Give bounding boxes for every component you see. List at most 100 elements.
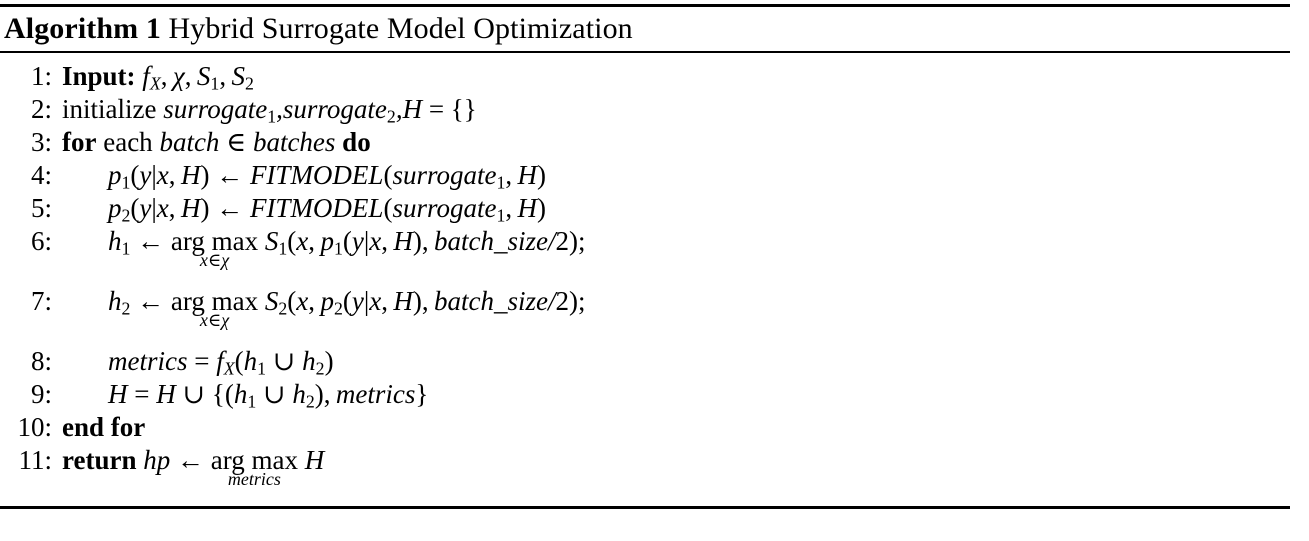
keyword-return: return bbox=[62, 445, 137, 475]
algorithm-label: Algorithm 1 bbox=[4, 12, 161, 45]
rparen-2: ) bbox=[537, 160, 547, 190]
algorithm-line: 6: h1 ← arg max x∈χ S1(x, p1(y|x, H), bat… bbox=[0, 225, 1290, 285]
line-number: 9: bbox=[30, 379, 52, 409]
symbol-metrics: metrics bbox=[108, 346, 188, 376]
subscript-1: 1 bbox=[121, 238, 131, 259]
symbol-p: p bbox=[108, 160, 122, 190]
limit-chi: χ bbox=[221, 310, 230, 330]
argmax-operator: arg max x∈χ bbox=[171, 285, 258, 329]
line-number: 1: bbox=[30, 61, 52, 91]
subscript-1: 1 bbox=[267, 106, 277, 127]
symbol-p: p bbox=[320, 226, 334, 256]
algorithm-line: 1: Input: fX, χ, S1, S2 bbox=[0, 60, 1290, 93]
line-content: p1(y|x, H) ← FITMODEL(surrogate1, H) bbox=[108, 159, 546, 192]
comma-3: , bbox=[421, 226, 429, 256]
comma-3: , bbox=[219, 61, 227, 91]
symbol-x: x bbox=[156, 160, 169, 190]
function-fitmodel: FITMODEL bbox=[249, 160, 384, 190]
symbol-H: H bbox=[393, 286, 413, 316]
algorithm-line: 2: initialize surrogate1,surrogate2,H = … bbox=[0, 93, 1290, 126]
bottom-rule bbox=[0, 506, 1290, 509]
rbrace: } bbox=[415, 379, 429, 409]
keyword-initialize: initialize bbox=[62, 94, 157, 124]
symbol-S: S bbox=[196, 61, 211, 91]
symbol-x: x bbox=[296, 226, 309, 256]
subscript-p2: 2 bbox=[333, 298, 343, 319]
symbol-p: p bbox=[108, 193, 122, 223]
line-content: Input: fX, χ, S1, S2 bbox=[62, 60, 254, 93]
comma-2: , bbox=[395, 94, 403, 124]
symbol-H: H bbox=[402, 94, 423, 124]
algorithm-line: 8: metrics = fX(h1 ∪ h2) bbox=[0, 345, 1290, 378]
subscript-2: 2 bbox=[244, 73, 254, 94]
symbol-y: y bbox=[351, 286, 364, 316]
subscript-S1: 1 bbox=[278, 238, 288, 259]
semicolon: ; bbox=[578, 226, 586, 256]
symbol-batch: batch bbox=[159, 127, 220, 157]
symbol-h: h bbox=[108, 226, 122, 256]
symbol-y: y bbox=[351, 226, 364, 256]
line-number: 3: bbox=[30, 127, 52, 157]
operator-gets: ← bbox=[177, 445, 204, 475]
symbol-H: H bbox=[393, 226, 413, 256]
symbol-batches: batches bbox=[252, 127, 336, 157]
operator-gets: ← bbox=[216, 160, 244, 190]
empty-set: {} bbox=[450, 94, 477, 124]
limit-chi: χ bbox=[221, 250, 230, 270]
symbol-hp: hp bbox=[143, 445, 171, 475]
algorithm-line: 5: p2(y|x, H) ← FITMODEL(surrogate1, H) bbox=[0, 192, 1290, 225]
line-content: h1 ← arg max x∈χ S1(x, p1(y|x, H), batch_… bbox=[108, 225, 586, 269]
symbol-H2: H bbox=[517, 193, 538, 223]
line-content: for each batch ∈ batches do bbox=[62, 126, 371, 159]
rparen: ) bbox=[324, 346, 334, 376]
slash: / bbox=[548, 286, 556, 316]
lparen: ( bbox=[224, 379, 234, 409]
lparen: ( bbox=[287, 226, 297, 256]
rparen-3: ) bbox=[569, 286, 579, 316]
subscript-2: 2 bbox=[121, 298, 131, 319]
algorithm-block: Algorithm 1 Hybrid Surrogate Model Optim… bbox=[0, 4, 1290, 509]
symbol-H2: H bbox=[517, 160, 538, 190]
operator-union: ∪ bbox=[272, 346, 296, 376]
comma: , bbox=[323, 379, 331, 409]
symbol-surrogate-2: surrogate bbox=[282, 94, 387, 124]
subscript-1: 1 bbox=[257, 358, 267, 379]
symbol-chi: χ bbox=[172, 61, 185, 91]
comma: , bbox=[168, 160, 176, 190]
line-number: 7: bbox=[30, 286, 52, 316]
comma-2: , bbox=[505, 193, 513, 223]
operator-equals: = bbox=[134, 379, 150, 409]
algorithm-caption: Algorithm 1 Hybrid Surrogate Model Optim… bbox=[0, 7, 1290, 51]
number-two: 2 bbox=[555, 226, 570, 256]
symbol-f: f bbox=[216, 346, 224, 376]
limit-in: ∈ bbox=[207, 250, 222, 270]
limit-var-x: x bbox=[199, 250, 208, 270]
line-content: p2(y|x, H) ← FITMODEL(surrogate1, H) bbox=[108, 192, 546, 225]
line-number: 10: bbox=[17, 412, 52, 442]
symbol-S2: S bbox=[231, 61, 245, 91]
symbol-batch-size: batch_size bbox=[434, 286, 549, 316]
symbol-y: y bbox=[139, 193, 152, 223]
lparen: ( bbox=[287, 286, 297, 316]
line-number: 6: bbox=[30, 226, 52, 256]
comma-2: , bbox=[381, 286, 388, 316]
symbol-h2: h bbox=[292, 379, 306, 409]
line-content: metrics = fX(h1 ∪ h2) bbox=[108, 345, 334, 378]
symbol-x2: x bbox=[369, 286, 382, 316]
line-content: h2 ← arg max x∈χ S2(x, p2(y|x, H), batch_… bbox=[108, 285, 586, 329]
symbol-S: S bbox=[264, 226, 279, 256]
subscript-1: 1 bbox=[210, 73, 220, 94]
operator-gets: ← bbox=[137, 226, 165, 256]
operator-gets: ← bbox=[216, 193, 244, 223]
subscript-S2: 2 bbox=[278, 298, 288, 319]
line-content: initialize surrogate1,surrogate2,H = {} bbox=[62, 93, 477, 126]
keyword-for: for bbox=[62, 127, 97, 157]
rparen: ) bbox=[200, 193, 210, 223]
argmax-operator: arg max x∈χ bbox=[171, 225, 258, 269]
symbol-S: S bbox=[264, 286, 279, 316]
symbol-H: H bbox=[108, 379, 128, 409]
algorithm-line: 4: p1(y|x, H) ← FITMODEL(surrogate1, H) bbox=[0, 159, 1290, 192]
line-content: H = H ∪ {(h1 ∪ h2), metrics} bbox=[108, 378, 428, 411]
operator-in: ∈ bbox=[226, 127, 247, 157]
function-fitmodel: FITMODEL bbox=[249, 193, 384, 223]
